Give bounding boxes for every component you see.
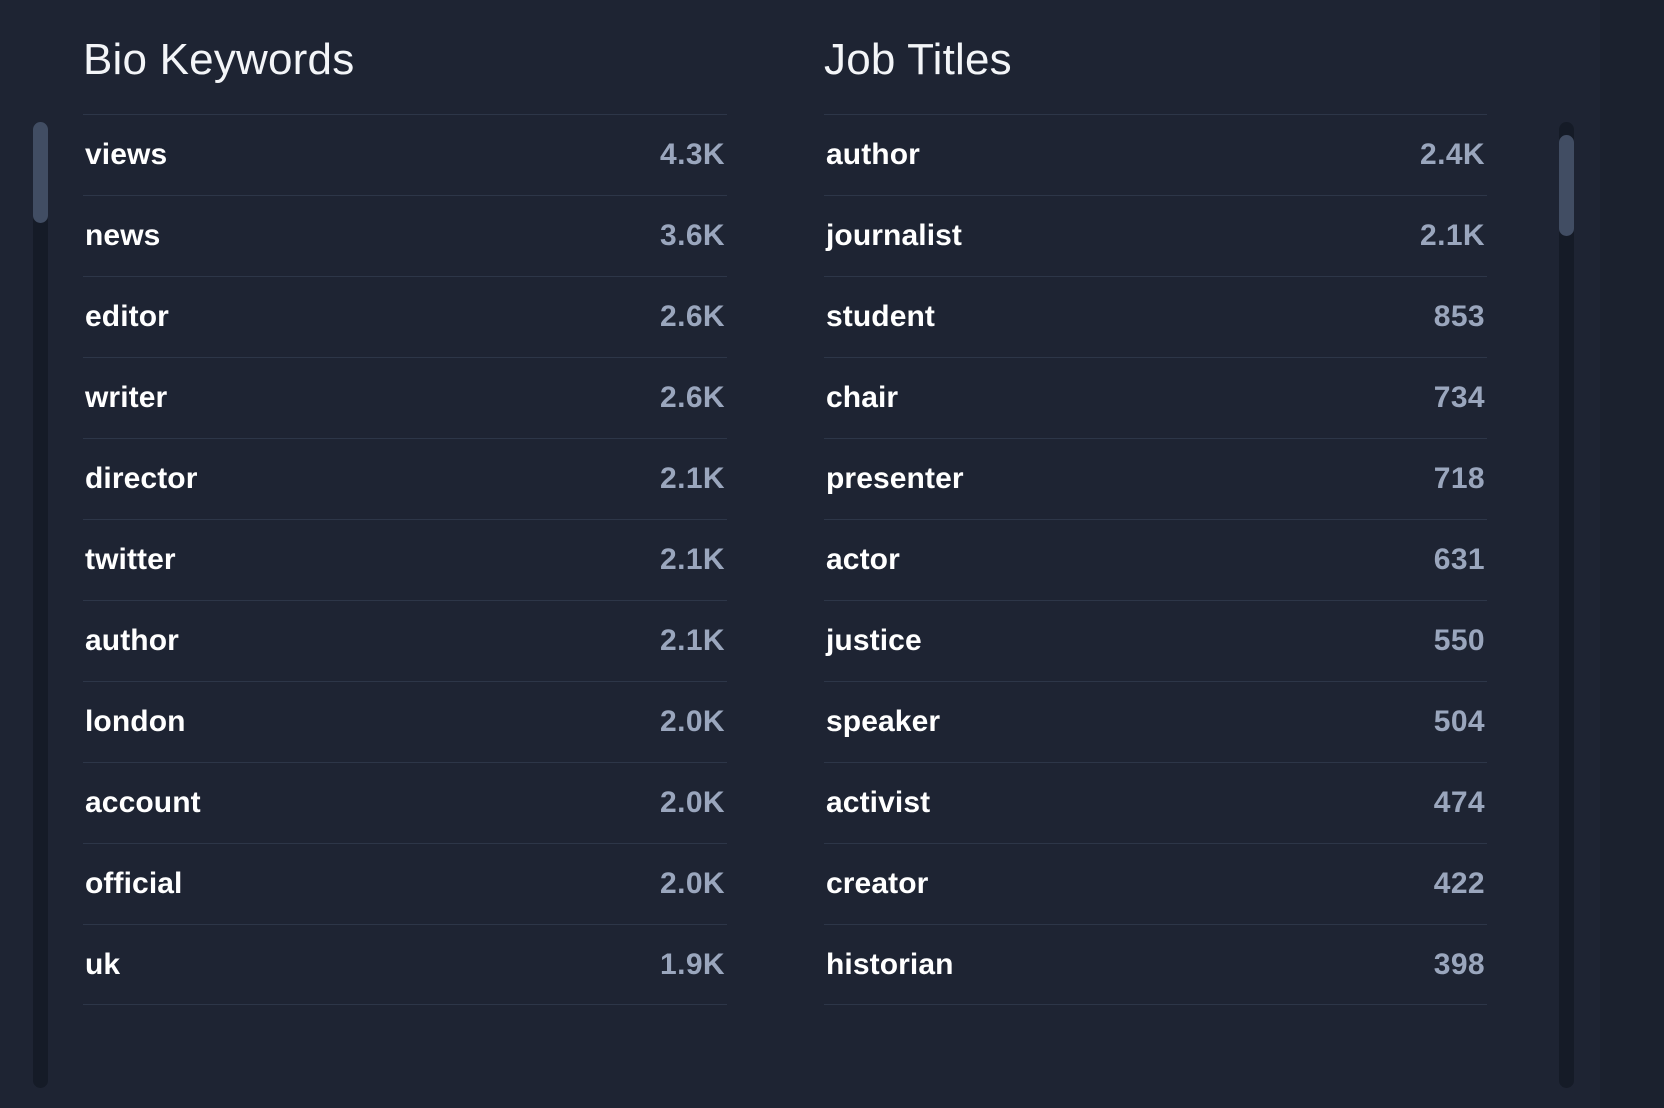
row-label: historian [826, 947, 954, 981]
row-value: 631 [1433, 543, 1485, 576]
table-row[interactable]: historian 398 [824, 924, 1487, 1005]
list-bio-keywords: views 4.3K news 3.6K editor 2.6K writer 2.6K dir… [83, 114, 727, 1108]
row-value: 2.0K [660, 705, 725, 738]
row-value: 2.0K [660, 786, 725, 819]
row-value: 2.1K [660, 624, 725, 657]
row-label: director [85, 462, 198, 495]
row-label: creator [826, 867, 929, 900]
table-row[interactable]: writer 2.6K [83, 357, 727, 438]
row-label: student [826, 300, 936, 333]
row-value: 398 [1433, 947, 1485, 981]
row-value: 2.0K [660, 867, 725, 900]
panel-title-bio-keywords: Bio Keywords [83, 35, 355, 84]
row-value: 422 [1433, 867, 1485, 900]
stats-panels-view: Bio Keywords views 4.3K news 3.6K editor 2.6K… [0, 0, 1664, 1108]
table-row[interactable]: account 2.0K [83, 762, 727, 843]
row-label: london [85, 705, 186, 738]
row-value: 550 [1433, 624, 1485, 657]
row-label: twitter [85, 543, 176, 576]
table-row[interactable]: twitter 2.1K [83, 519, 727, 600]
row-value: 1.9K [660, 947, 725, 981]
row-value: 2.4K [1420, 138, 1485, 171]
table-row[interactable]: creator 422 [824, 843, 1487, 924]
table-row[interactable]: presenter 718 [824, 438, 1487, 519]
row-value: 734 [1433, 381, 1485, 414]
table-row[interactable]: director 2.1K [83, 438, 727, 519]
row-label: editor [85, 300, 169, 333]
table-row[interactable]: journalist 2.1K [824, 195, 1487, 276]
row-label: speaker [826, 705, 941, 738]
panel-title-job-titles: Job Titles [824, 35, 1012, 84]
row-label: justice [826, 624, 922, 657]
row-label: uk [85, 947, 121, 981]
row-label: views [85, 138, 168, 171]
table-row[interactable]: author 2.1K [83, 600, 727, 681]
table-row[interactable]: speaker 504 [824, 681, 1487, 762]
table-row[interactable]: london 2.0K [83, 681, 727, 762]
row-label: official [85, 867, 183, 900]
row-value: 2.1K [660, 462, 725, 495]
table-row[interactable]: author 2.4K [824, 114, 1487, 195]
scrollbar-bio-keywords[interactable] [33, 122, 48, 1088]
row-label: activist [826, 786, 931, 819]
row-value: 4.3K [660, 138, 725, 171]
table-row[interactable]: activist 474 [824, 762, 1487, 843]
table-row[interactable]: editor 2.6K [83, 276, 727, 357]
list-job-titles: author 2.4K journalist 2.1K student 853 chair 7… [824, 114, 1487, 1108]
table-row[interactable]: uk 1.9K [83, 924, 727, 1005]
row-label: writer [85, 381, 168, 414]
row-value: 718 [1433, 462, 1485, 495]
row-label: actor [826, 543, 900, 576]
row-label: author [826, 138, 920, 171]
row-value: 2.6K [660, 381, 725, 414]
scrollbar-thumb[interactable] [33, 122, 48, 223]
table-row[interactable]: views 4.3K [83, 114, 727, 195]
row-value: 474 [1433, 786, 1485, 819]
table-row[interactable]: actor 631 [824, 519, 1487, 600]
table-row[interactable]: news 3.6K [83, 195, 727, 276]
row-label: news [85, 219, 161, 252]
scrollbar-job-titles-left[interactable] [1559, 122, 1574, 1088]
row-label: presenter [826, 462, 964, 495]
row-value: 504 [1433, 705, 1485, 738]
table-row[interactable]: student 853 [824, 276, 1487, 357]
row-label: chair [826, 381, 899, 414]
row-label: author [85, 624, 179, 657]
row-value: 2.6K [660, 300, 725, 333]
table-row[interactable]: official 2.0K [83, 843, 727, 924]
table-row[interactable]: chair 734 [824, 357, 1487, 438]
row-value: 3.6K [660, 219, 725, 252]
panel-bio-keywords: Bio Keywords views 4.3K news 3.6K editor 2.6K… [0, 0, 764, 1108]
scrollbar-thumb[interactable] [1559, 135, 1574, 236]
row-label: account [85, 786, 201, 819]
table-row[interactable]: justice 550 [824, 600, 1487, 681]
row-value: 2.1K [1420, 219, 1485, 252]
panel-job-titles: Job Titles author 2.4K journalist 2.1K stude… [764, 0, 1600, 1108]
row-value: 2.1K [660, 543, 725, 576]
row-value: 853 [1433, 300, 1485, 333]
row-label: journalist [826, 219, 963, 252]
